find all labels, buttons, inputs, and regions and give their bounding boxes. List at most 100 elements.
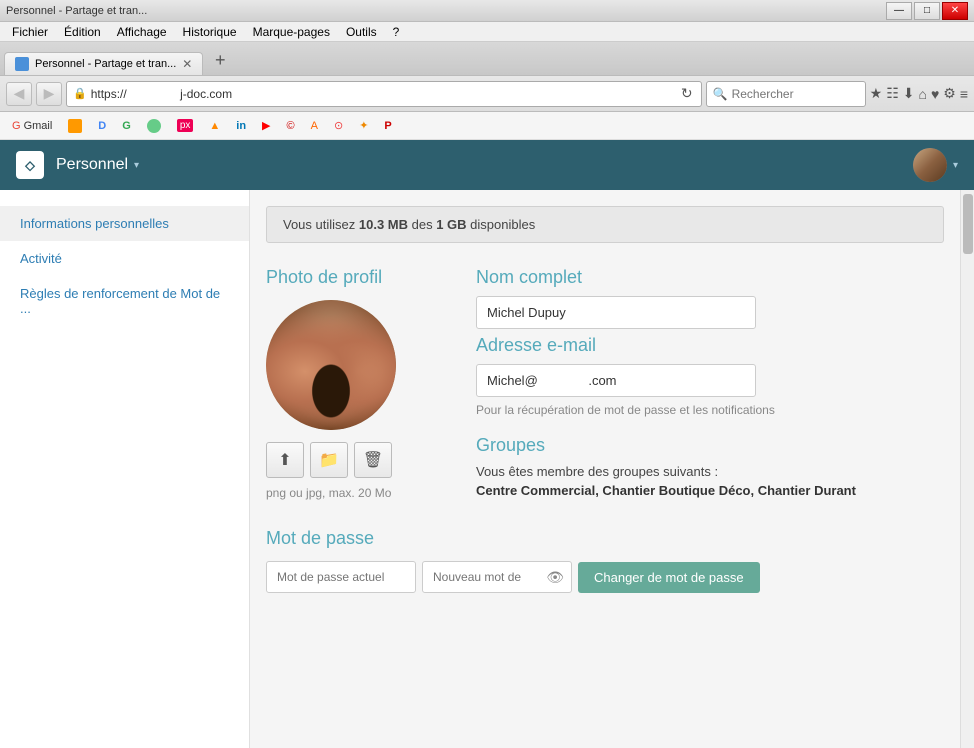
password-section: Mot de passe 👁 Changer de mot de passe: [266, 528, 944, 593]
password-title: Mot de passe: [266, 528, 944, 549]
groups-title: Groupes: [476, 435, 944, 456]
bookmark-12[interactable]: P: [378, 118, 397, 134]
titlebar-left: Personnel - Partage et tran...: [6, 5, 147, 17]
scrollbar-thumb[interactable]: [963, 194, 973, 254]
titlebar-title: Personnel - Partage et tran...: [6, 5, 147, 17]
groups-section: Groupes Vous êtes membre des groupes sui…: [476, 435, 944, 498]
current-password-input[interactable]: [266, 561, 416, 593]
tab-close-icon[interactable]: ✕: [182, 57, 192, 71]
bookmarks-bar: G Gmail D G px ▲ in ▶ © A ⊙ ✦ P: [0, 112, 974, 140]
bookmark-1[interactable]: [62, 117, 88, 135]
toolbar-icons: ★ ☷ ⬇ ⌂ ♥ ⚙ ≡: [870, 85, 968, 102]
menu-fichier[interactable]: Fichier: [4, 25, 56, 39]
lock-icon: 🔒: [73, 87, 87, 100]
extensions-icon[interactable]: ⚙: [943, 85, 956, 102]
minimize-button[interactable]: —: [886, 2, 912, 20]
app-title-caret-icon: ▾: [134, 160, 139, 171]
address-input[interactable]: [91, 87, 675, 101]
address-input-container: 🔒 ↻: [66, 81, 702, 107]
address-bar: ◀ ▶ 🔒 ↻ 🔍 ★ ☷ ⬇ ⌂ ♥ ⚙ ≡: [0, 76, 974, 112]
groups-list: Centre Commercial, Chantier Boutique Déc…: [476, 483, 944, 498]
sidebar: Informations personnelles Activité Règle…: [0, 190, 250, 748]
bookmark-5[interactable]: px: [171, 117, 200, 134]
app-header-left: ⬦ Personnel ▾: [16, 151, 139, 179]
bookmark-9[interactable]: A: [305, 118, 324, 134]
scrollbar-track[interactable]: [960, 190, 974, 748]
bookmark-6[interactable]: ▲: [203, 118, 226, 134]
content-area: Vous utilisez 10.3 MB des 1 GB disponibl…: [250, 190, 974, 748]
photo-upload-button[interactable]: ⬆: [266, 442, 304, 478]
new-password-container: 👁: [422, 561, 572, 593]
app-container: ⬦ Personnel ▾ ▾ Informations personnelle…: [0, 140, 974, 748]
photo-delete-button[interactable]: 🗑: [354, 442, 392, 478]
bookmark-2[interactable]: D: [92, 118, 112, 134]
storage-total: 1 GB: [436, 217, 466, 232]
trash-icon: 🗑: [363, 450, 383, 470]
tab-title: Personnel - Partage et tran...: [35, 58, 176, 70]
tab-bar: Personnel - Partage et tran... ✕ +: [0, 42, 974, 76]
tab-personnel[interactable]: Personnel - Partage et tran... ✕: [4, 52, 203, 75]
bookmark-10[interactable]: ⊙: [328, 117, 349, 134]
storage-text-middle: des: [408, 217, 436, 232]
tab-favicon: [15, 57, 29, 71]
sidebar-item-regles[interactable]: Règles de renforcement de Mot de ...: [0, 276, 249, 326]
star-icon[interactable]: ★: [870, 85, 883, 102]
sidebar-item-activite[interactable]: Activité: [0, 241, 249, 276]
app-title[interactable]: Personnel ▾: [56, 156, 139, 174]
main-layout: Informations personnelles Activité Règle…: [0, 190, 974, 748]
reload-icon[interactable]: ↻: [679, 85, 695, 102]
bookmark-gmail[interactable]: G Gmail: [6, 118, 58, 134]
full-name-input[interactable]: [476, 296, 756, 329]
photo-folder-button[interactable]: 📁: [310, 442, 348, 478]
avatar-image: [913, 148, 947, 182]
menu-bar: Fichier Édition Affichage Historique Mar…: [0, 22, 974, 42]
menu-help[interactable]: ?: [385, 25, 408, 39]
email-hint: Pour la récupération de mot de passe et …: [476, 403, 944, 417]
storage-bar: Vous utilisez 10.3 MB des 1 GB disponibl…: [266, 206, 944, 243]
menu-icon[interactable]: ≡: [960, 86, 968, 102]
back-button[interactable]: ◀: [6, 82, 32, 106]
bookmark-linkedin[interactable]: in: [230, 118, 252, 134]
new-tab-button[interactable]: +: [207, 47, 233, 73]
forward-button[interactable]: ▶: [36, 82, 62, 106]
profile-photo-circle: [266, 300, 396, 430]
app-title-text: Personnel: [56, 156, 128, 174]
content-inner: Vous utilisez 10.3 MB des 1 GB disponibl…: [250, 190, 960, 609]
close-button[interactable]: ✕: [942, 2, 968, 20]
email-input[interactable]: [476, 364, 756, 397]
bookmark-youtube[interactable]: ▶: [256, 117, 276, 134]
search-icon: 🔍: [713, 87, 728, 101]
full-name-label: Nom complet: [476, 267, 944, 288]
avatar-caret-icon[interactable]: ▾: [953, 160, 958, 171]
bookmark-8[interactable]: ©: [281, 118, 301, 134]
folder-icon: 📁: [319, 450, 339, 470]
change-password-button[interactable]: Changer de mot de passe: [578, 562, 760, 593]
menu-outils[interactable]: Outils: [338, 25, 385, 39]
app-header-right: ▾: [913, 148, 958, 182]
maximize-button[interactable]: □: [914, 2, 940, 20]
pocket-icon[interactable]: ♥: [931, 86, 939, 102]
bookmark-4[interactable]: [141, 117, 167, 135]
home-icon[interactable]: ⌂: [918, 86, 926, 102]
profile-photo-title: Photo de profil: [266, 267, 436, 288]
upload-icon: ⬆: [278, 450, 291, 470]
password-fields: 👁 Changer de mot de passe: [266, 561, 944, 593]
profile-form-col: Nom complet Adresse e-mail Pour la récup…: [476, 267, 944, 500]
user-avatar[interactable]: [913, 148, 947, 182]
search-input[interactable]: [732, 87, 859, 101]
storage-used: 10.3 MB: [359, 217, 408, 232]
eye-icon[interactable]: 👁: [546, 569, 564, 586]
menu-affichage[interactable]: Affichage: [109, 25, 175, 39]
bookmark-11[interactable]: ✦: [353, 117, 374, 134]
bookmark-icon[interactable]: ☷: [886, 85, 899, 102]
photo-hint: png ou jpg, max. 20 Mo: [266, 486, 436, 500]
photo-buttons: ⬆ 📁 🗑: [266, 442, 436, 478]
menu-edition[interactable]: Édition: [56, 25, 109, 39]
sidebar-item-informations[interactable]: Informations personnelles: [0, 206, 249, 241]
profile-photo-col: Photo de profil ⬆ 📁 🗑: [266, 267, 436, 500]
menu-historique[interactable]: Historique: [175, 25, 245, 39]
download-icon[interactable]: ⬇: [903, 85, 915, 102]
profile-section: Photo de profil ⬆ 📁 🗑: [266, 267, 944, 500]
bookmark-3[interactable]: G: [116, 118, 137, 134]
menu-marque-pages[interactable]: Marque-pages: [245, 25, 338, 39]
